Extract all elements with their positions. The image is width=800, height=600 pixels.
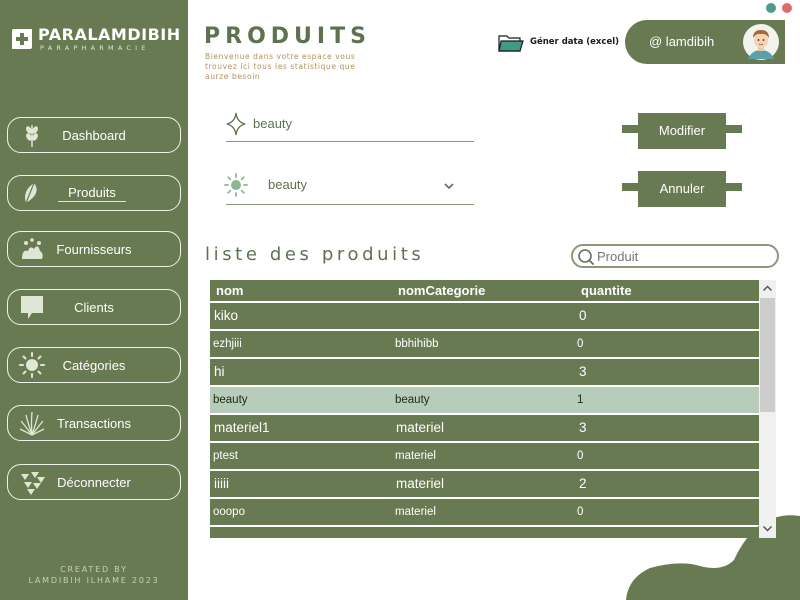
credit-line: LAMDIBIH ILHAME 2023 bbox=[28, 576, 160, 585]
page-subtitle: Bienvenue dans votre espace vous trouvez… bbox=[205, 52, 356, 81]
cell-quantite: 1 bbox=[577, 394, 584, 406]
pharmacy-cross-icon bbox=[12, 29, 32, 49]
table-row[interactable]: iiiii materiel 2 bbox=[210, 471, 759, 497]
cell-quantite: 0 bbox=[577, 450, 584, 462]
cell-quantite: 2 bbox=[579, 476, 587, 491]
sidebar: PARALAMDIBIH PARAPHARMACIE Dashboard Pro… bbox=[0, 0, 188, 600]
sidebar-item-label: Clients bbox=[74, 300, 114, 315]
sidebar-item-clients[interactable]: Clients bbox=[7, 289, 181, 325]
sidebar-item-categories[interactable]: Catégories bbox=[7, 347, 181, 383]
table-row[interactable]: ptest materiel 0 bbox=[210, 443, 759, 469]
column-header-quantite[interactable]: quantite bbox=[581, 283, 632, 298]
cell-quantite: 3 bbox=[579, 420, 587, 435]
table-row[interactable]: kiko 0 bbox=[210, 303, 759, 329]
search-icon bbox=[578, 249, 595, 266]
sidebar-item-deconnecter[interactable]: Déconnecter bbox=[7, 464, 181, 500]
column-header-nomcategorie[interactable]: nomCategorie bbox=[398, 283, 485, 298]
sidebar-item-fournisseurs[interactable]: Fournisseurs bbox=[7, 231, 181, 267]
credit-line: CREATED BY bbox=[60, 565, 128, 574]
table-row[interactable]: ooopo materiel 0 bbox=[210, 499, 759, 525]
sun-icon bbox=[224, 173, 248, 197]
sidebar-item-label: Fournisseurs bbox=[56, 242, 132, 257]
table-row-selected[interactable]: beauty beauty 1 bbox=[210, 387, 759, 413]
cell-nom: kiko bbox=[214, 308, 239, 323]
window-dot-teal[interactable] bbox=[766, 3, 776, 13]
modify-button-label: Modifier bbox=[638, 113, 726, 149]
cell-quantite: 3 bbox=[579, 364, 587, 379]
export-excel-button[interactable]: Géner data (excel) bbox=[498, 33, 626, 53]
cell-nom: ooopo bbox=[213, 506, 245, 518]
sidebar-item-produits[interactable]: Produits bbox=[7, 175, 181, 211]
cancel-button-label: Annuler bbox=[638, 171, 726, 207]
sidebar-item-dashboard[interactable]: Dashboard bbox=[7, 117, 181, 153]
category-select-value: beauty bbox=[268, 177, 308, 192]
sparkle-icon bbox=[226, 112, 246, 136]
sidebar-item-label: Transactions bbox=[57, 416, 131, 431]
list-title: liste des produits bbox=[205, 244, 425, 265]
sidebar-item-label: Déconnecter bbox=[57, 475, 131, 490]
table-header: nom nomCategorie quantite bbox=[210, 280, 759, 301]
sidebar-item-label: Catégories bbox=[62, 358, 126, 373]
cell-categorie: materiel bbox=[395, 450, 436, 462]
table-body: kiko 0 ezhjiii bbhihibb 0 hi 3 beauty be… bbox=[210, 303, 759, 538]
search-input[interactable] bbox=[597, 248, 767, 265]
category-select[interactable]: beauty bbox=[224, 170, 474, 205]
avatar bbox=[743, 24, 779, 60]
table-row[interactable]: hi 3 bbox=[210, 359, 759, 385]
modify-button[interactable]: Modifier bbox=[622, 113, 742, 149]
user-profile[interactable]: @ lamdibih bbox=[625, 20, 785, 64]
cell-nom: hi bbox=[214, 364, 225, 379]
product-search[interactable] bbox=[571, 244, 779, 268]
cell-nom: materiel1 bbox=[214, 420, 270, 435]
sidebar-item-label: Produits bbox=[58, 185, 126, 202]
scrollbar-thumb[interactable] bbox=[760, 298, 775, 412]
brand-tagline: PARAPHARMACIE bbox=[40, 44, 150, 52]
cell-categorie: beauty bbox=[395, 394, 430, 406]
column-header-nom[interactable]: nom bbox=[216, 283, 243, 298]
folder-icon bbox=[498, 35, 524, 52]
brand-logo: PARALAMDIBIH PARAPHARMACIE bbox=[10, 24, 185, 54]
cell-quantite: 0 bbox=[577, 506, 584, 518]
cell-nom: ptest bbox=[213, 450, 238, 462]
cell-quantite: 0 bbox=[579, 308, 587, 323]
table-row[interactable]: materiel1 materiel 3 bbox=[210, 415, 759, 441]
page-title: PRODUITS bbox=[204, 24, 371, 49]
table-row[interactable] bbox=[210, 527, 759, 538]
cell-nom: beauty bbox=[213, 394, 248, 406]
cell-nom: ezhjiii bbox=[213, 338, 242, 350]
table-scrollbar[interactable] bbox=[759, 280, 776, 538]
sidebar-item-transactions[interactable]: Transactions bbox=[7, 405, 181, 441]
cell-categorie: materiel bbox=[396, 476, 445, 491]
cell-categorie: materiel bbox=[396, 420, 445, 435]
brand-name: PARALAMDIBIH bbox=[38, 25, 181, 44]
scroll-down-icon[interactable] bbox=[762, 523, 773, 534]
window-close-dot[interactable] bbox=[782, 3, 792, 13]
cell-categorie: bbhihibb bbox=[395, 338, 439, 350]
cell-categorie: materiel bbox=[395, 506, 436, 518]
cell-quantite: 0 bbox=[577, 338, 584, 350]
export-excel-label: Géner data (excel) bbox=[530, 37, 620, 47]
user-name: @ lamdibih bbox=[649, 34, 715, 49]
product-name-input[interactable] bbox=[253, 116, 453, 131]
products-table: nom nomCategorie quantite kiko 0 ezhjiii… bbox=[210, 280, 776, 538]
leaf-icon bbox=[25, 182, 37, 204]
sidebar-item-label: Dashboard bbox=[62, 128, 126, 143]
scroll-up-icon[interactable] bbox=[762, 283, 773, 294]
cell-nom: iiiii bbox=[214, 476, 229, 491]
table-row[interactable]: ezhjiii bbhihibb 0 bbox=[210, 331, 759, 357]
product-name-field bbox=[226, 108, 474, 142]
chevron-down-icon bbox=[444, 183, 454, 190]
cancel-button[interactable]: Annuler bbox=[622, 171, 742, 207]
